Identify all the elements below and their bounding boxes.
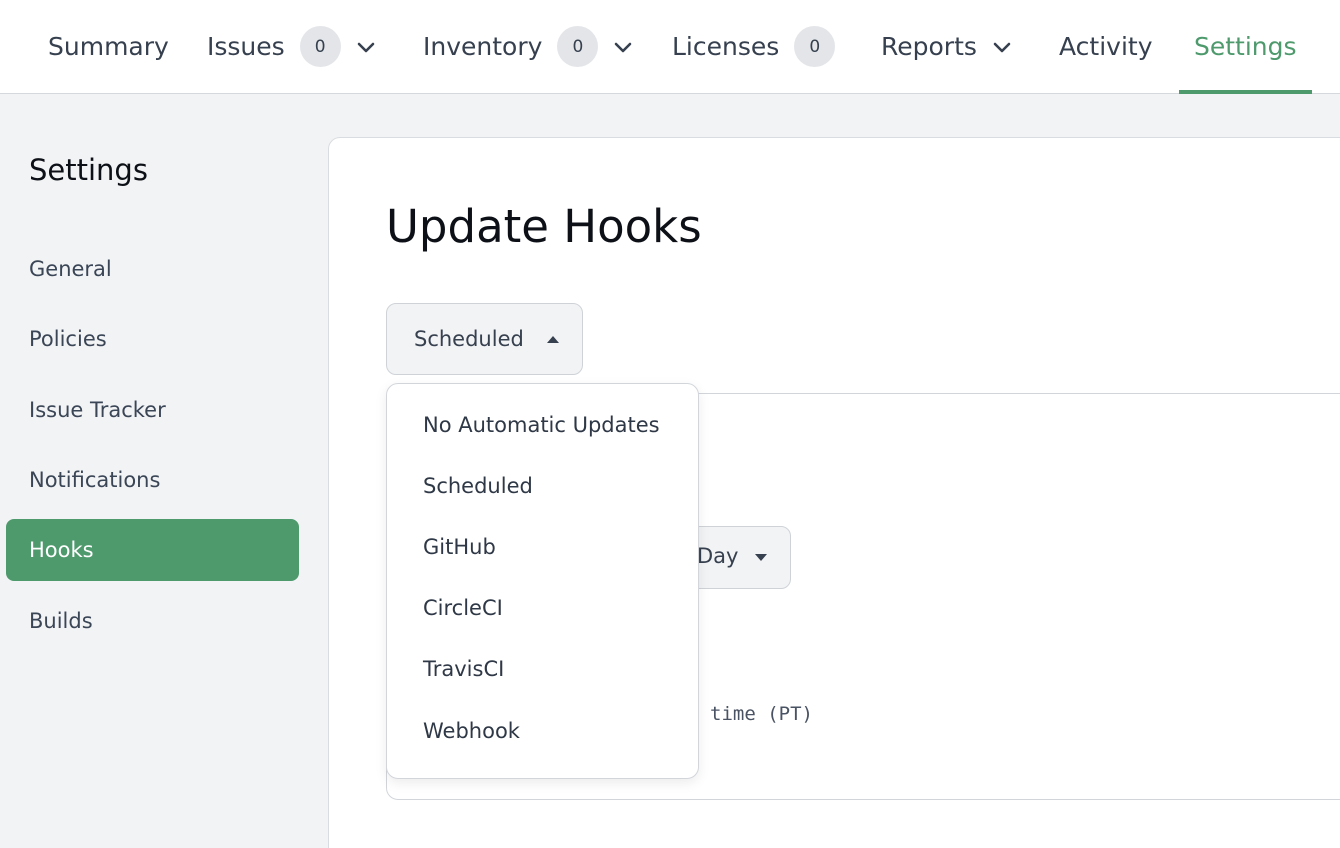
hook-type-select-value: Scheduled <box>414 327 524 351</box>
hook-type-select[interactable]: Scheduled <box>386 303 583 375</box>
tab-label: Inventory <box>423 32 543 61</box>
tab-settings[interactable]: Settings <box>1179 0 1312 94</box>
tab-summary[interactable]: Summary <box>48 0 169 93</box>
sidebar-item-label: General <box>29 257 112 281</box>
sidebar-item-notifications[interactable]: Notifications <box>6 449 299 511</box>
menu-item-webhook[interactable]: Webhook <box>423 719 520 743</box>
caret-up-icon <box>547 336 559 343</box>
menu-item-scheduled[interactable]: Scheduled <box>423 474 533 498</box>
hook-type-dropdown-menu: No Automatic Updates Scheduled GitHub Ci… <box>386 383 699 779</box>
sidebar-item-builds[interactable]: Builds <box>6 590 299 652</box>
tab-label: Issues <box>207 32 285 61</box>
menu-item-travisci[interactable]: TravisCI <box>423 657 504 681</box>
sidebar-item-label: Issue Tracker <box>29 398 166 422</box>
menu-item-no-automatic-updates[interactable]: No Automatic Updates <box>423 413 660 437</box>
tab-reports[interactable]: Reports <box>881 0 1013 93</box>
tab-licenses[interactable]: Licenses 0 <box>672 0 836 93</box>
time-note: time (PT) <box>710 703 813 725</box>
tab-label: Summary <box>48 32 169 61</box>
licenses-count-badge: 0 <box>794 26 836 67</box>
sidebar-item-issue-tracker[interactable]: Issue Tracker <box>6 379 299 441</box>
chevron-down-icon <box>615 42 632 52</box>
page-title: Update Hooks <box>386 200 702 253</box>
caret-down-icon <box>755 554 767 561</box>
sidebar-item-label: Hooks <box>29 538 94 562</box>
inventory-count-badge: 0 <box>557 26 599 67</box>
tab-issues[interactable]: Issues 0 <box>207 0 377 93</box>
tab-label: Activity <box>1059 32 1153 61</box>
sidebar-item-label: Builds <box>29 609 93 633</box>
tab-label: Licenses <box>672 32 780 61</box>
sidebar-item-policies[interactable]: Policies <box>6 308 299 370</box>
frequency-select-value: Day <box>697 544 739 568</box>
sidebar-item-label: Policies <box>29 327 107 351</box>
sidebar-item-label: Notifications <box>29 468 161 492</box>
issues-count-badge: 0 <box>299 26 341 67</box>
tab-label: Reports <box>881 32 977 61</box>
chevron-down-icon <box>993 42 1011 52</box>
menu-item-github[interactable]: GitHub <box>423 535 496 559</box>
sidebar-item-general[interactable]: General <box>6 238 299 300</box>
tab-label: Settings <box>1194 32 1297 61</box>
tab-inventory[interactable]: Inventory 0 <box>423 0 634 93</box>
chevron-down-icon <box>357 42 374 52</box>
sidebar-item-hooks[interactable]: Hooks <box>6 519 299 581</box>
tab-activity[interactable]: Activity <box>1059 0 1153 93</box>
menu-item-circleci[interactable]: CircleCI <box>423 596 503 620</box>
sidebar-title: Settings <box>29 153 148 187</box>
top-nav: Summary Issues 0 Inventory 0 Licenses 0 … <box>0 0 1340 94</box>
